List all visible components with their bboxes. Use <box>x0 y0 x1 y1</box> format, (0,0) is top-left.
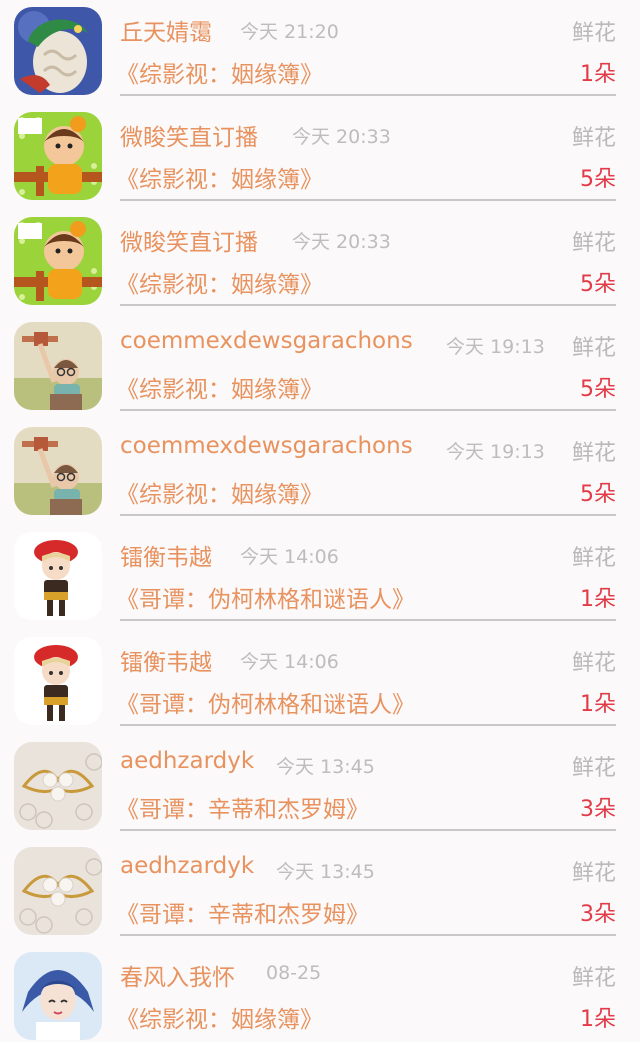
anime-boy-avatar[interactable] <box>14 952 102 1040</box>
gift-record-row[interactable]: 丘天婧霭 今天 21:20 鲜花 《综影视：姻缘簿》 1朵 <box>0 0 640 100</box>
gift-type: 鲜花 <box>571 441 616 466</box>
sender-name[interactable]: 微睃笑直订播 <box>120 223 258 257</box>
gift-count: 5朵 <box>580 167 616 192</box>
book-title[interactable]: 《哥谭：伪柯林格和谜语人》 <box>116 580 415 614</box>
gift-record-row[interactable]: aedhzardyk 今天 13:45 鲜花 《哥谭：辛蒂和杰罗姆》 3朵 <box>0 835 640 940</box>
gift-count: 5朵 <box>580 482 616 507</box>
gift-count: 3朵 <box>580 902 616 927</box>
gift-record-row[interactable]: 春风入我怀 08-25 鲜花 《综影视：姻缘簿》 1朵 <box>0 940 640 1042</box>
gift-record-row[interactable]: 微睃笑直订播 今天 20:33 鲜花 《综影视：姻缘簿》 5朵 <box>0 205 640 310</box>
gift-record-row[interactable]: coemmexdewsgarachons 今天 19:13 鲜花 《综影视：姻缘… <box>0 310 640 415</box>
send-time: 今天 13:45 <box>276 861 375 883</box>
pilot-plane-avatar[interactable] <box>14 322 102 410</box>
gift-record-row[interactable]: aedhzardyk 今天 13:45 鲜花 《哥谭：辛蒂和杰罗姆》 3朵 <box>0 730 640 835</box>
book-title[interactable]: 《综影视：姻缘簿》 <box>116 1000 323 1034</box>
sender-name[interactable]: 镭衡韦越 <box>120 538 212 572</box>
gift-count: 5朵 <box>580 272 616 297</box>
gift-type: 鲜花 <box>571 756 616 781</box>
gift-count: 1朵 <box>580 62 616 87</box>
book-title[interactable]: 《哥谭：辛蒂和杰罗姆》 <box>116 790 369 824</box>
gift-record-row[interactable]: coemmexdewsgarachons 今天 19:13 鲜花 《综影视：姻缘… <box>0 415 640 520</box>
gift-count: 1朵 <box>580 1007 616 1032</box>
send-time: 今天 14:06 <box>240 651 339 673</box>
book-title[interactable]: 《综影视：姻缘簿》 <box>116 55 323 89</box>
gift-type: 鲜花 <box>571 966 616 991</box>
row-divider <box>120 199 616 201</box>
red-beret-boy-avatar[interactable] <box>14 637 102 725</box>
dragon-egg-avatar[interactable] <box>14 7 102 95</box>
send-time: 今天 19:13 <box>446 441 545 463</box>
gift-type: 鲜花 <box>571 861 616 886</box>
cartoon-girl-avatar[interactable] <box>14 217 102 305</box>
gift-type: 鲜花 <box>571 21 616 46</box>
gift-type: 鲜花 <box>571 336 616 361</box>
book-title[interactable]: 《综影视：姻缘簿》 <box>116 265 323 299</box>
gift-type: 鲜花 <box>571 126 616 151</box>
send-time: 今天 20:33 <box>292 126 391 148</box>
sender-name[interactable]: aedhzardyk <box>120 853 254 879</box>
book-title[interactable]: 《综影视：姻缘簿》 <box>116 475 323 509</box>
send-time: 今天 14:06 <box>240 546 339 568</box>
send-time: 今天 21:20 <box>240 21 339 43</box>
gift-record-row[interactable]: 镭衡韦越 今天 14:06 鲜花 《哥谭：伪柯林格和谜语人》 1朵 <box>0 625 640 730</box>
sender-name[interactable]: coemmexdewsgarachons <box>120 433 413 459</box>
row-divider <box>120 619 616 621</box>
sender-name[interactable]: aedhzardyk <box>120 748 254 774</box>
gift-record-row[interactable]: 微睃笑直订播 今天 20:33 鲜花 《综影视：姻缘簿》 5朵 <box>0 100 640 205</box>
book-title[interactable]: 《哥谭：辛蒂和杰罗姆》 <box>116 895 369 929</box>
gift-type: 鲜花 <box>571 651 616 676</box>
row-divider <box>120 829 616 831</box>
pilot-plane-avatar[interactable] <box>14 427 102 515</box>
send-time: 08-25 <box>266 962 322 984</box>
gift-count: 3朵 <box>580 797 616 822</box>
row-divider <box>120 934 616 936</box>
sender-name[interactable]: 春风入我怀 <box>120 958 235 992</box>
gift-type: 鲜花 <box>571 231 616 256</box>
red-beret-boy-avatar[interactable] <box>14 532 102 620</box>
book-title[interactable]: 《哥谭：伪柯林格和谜语人》 <box>116 685 415 719</box>
gift-count: 1朵 <box>580 587 616 612</box>
row-divider <box>120 514 616 516</box>
book-title[interactable]: 《综影视：姻缘簿》 <box>116 160 323 194</box>
book-title[interactable]: 《综影视：姻缘簿》 <box>116 370 323 404</box>
row-divider <box>120 409 616 411</box>
row-divider <box>120 94 616 96</box>
send-time: 今天 19:13 <box>446 336 545 358</box>
gift-type: 鲜花 <box>571 546 616 571</box>
cartoon-girl-avatar[interactable] <box>14 112 102 200</box>
sender-name[interactable]: 镭衡韦越 <box>120 643 212 677</box>
pearl-bow-avatar[interactable] <box>14 742 102 830</box>
gift-count: 5朵 <box>580 377 616 402</box>
sender-name[interactable]: 微睃笑直订播 <box>120 118 258 152</box>
row-divider <box>120 724 616 726</box>
gift-record-list: 丘天婧霭 今天 21:20 鲜花 《综影视：姻缘簿》 1朵 微睃笑直订播 今天 … <box>0 0 640 1042</box>
send-time: 今天 13:45 <box>276 756 375 778</box>
sender-name[interactable]: coemmexdewsgarachons <box>120 328 413 354</box>
gift-count: 1朵 <box>580 692 616 717</box>
gift-record-row[interactable]: 镭衡韦越 今天 14:06 鲜花 《哥谭：伪柯林格和谜语人》 1朵 <box>0 520 640 625</box>
sender-name[interactable]: 丘天婧霭 <box>120 13 212 47</box>
pearl-bow-avatar[interactable] <box>14 847 102 935</box>
send-time: 今天 20:33 <box>292 231 391 253</box>
row-divider <box>120 304 616 306</box>
